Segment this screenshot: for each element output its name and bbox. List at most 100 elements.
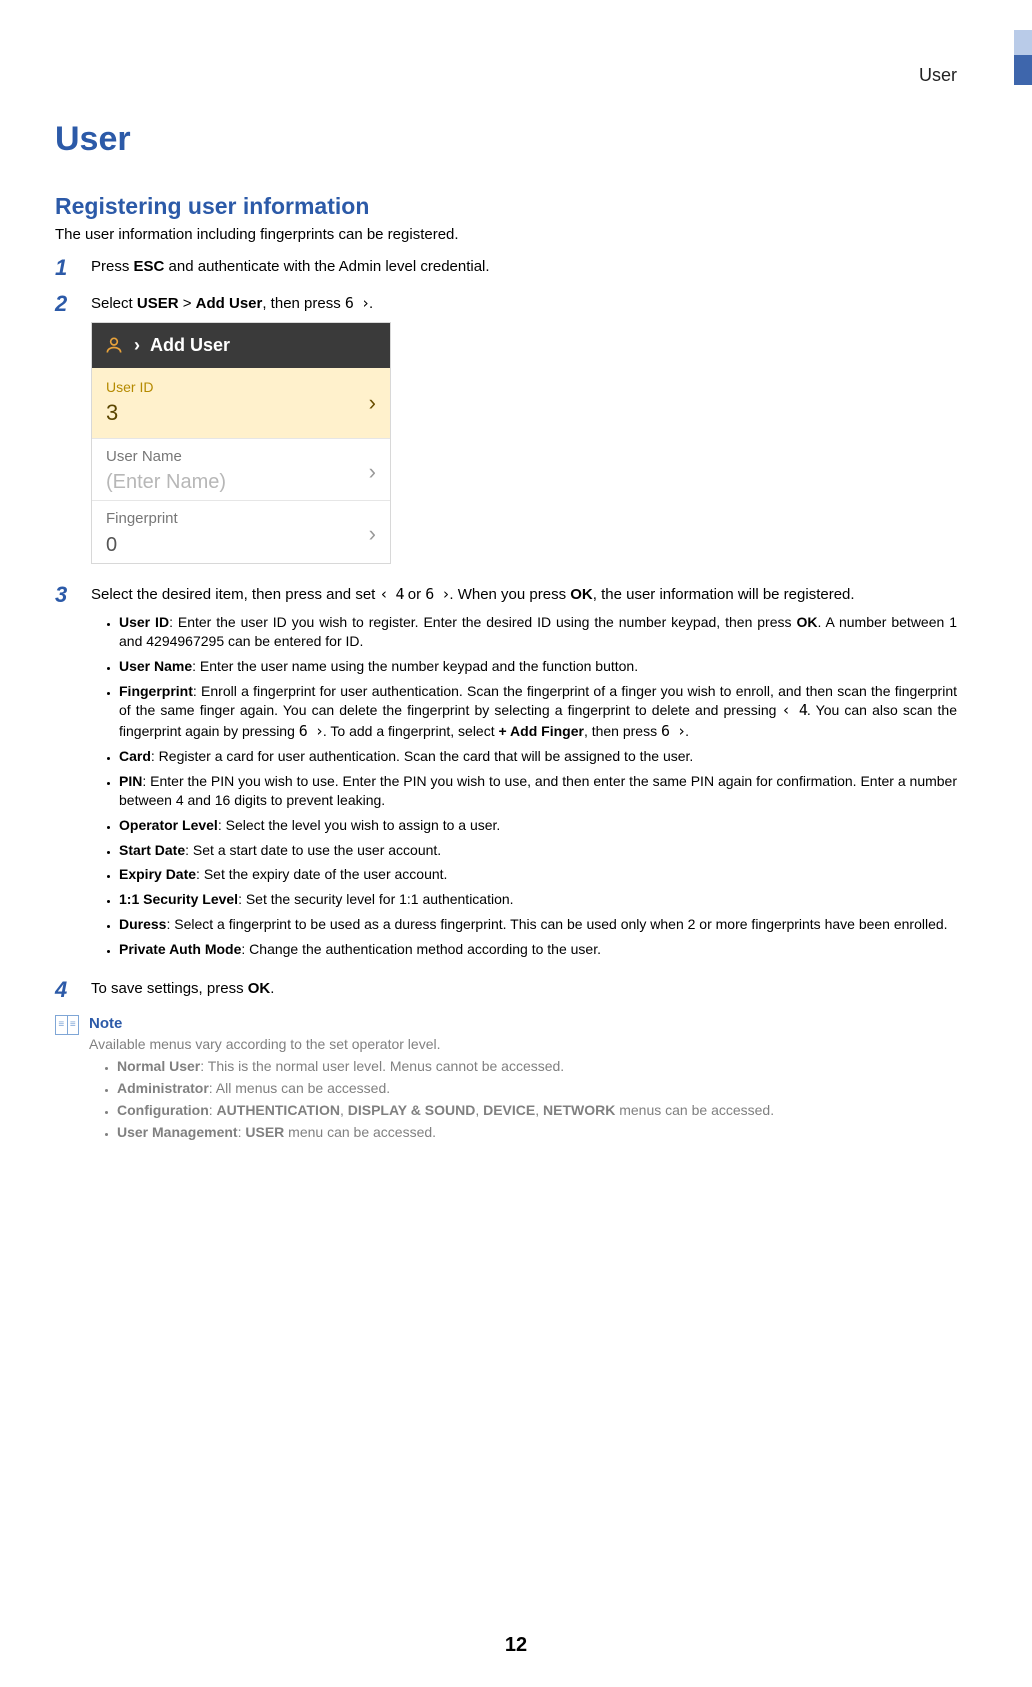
bullet-duress: Duress: Select a fingerprint to be used … <box>119 915 957 934</box>
ok-label: OK <box>248 980 271 997</box>
step-1: 1 Press ESC and authenticate with the Ad… <box>55 257 957 279</box>
note-intro: Available menus vary according to the se… <box>89 1036 957 1052</box>
key-4-left: ‹ 4 <box>782 701 807 719</box>
step-4-text-b: . <box>270 980 274 997</box>
page-title: User <box>55 120 957 159</box>
key-6-right: 6 › <box>425 585 449 603</box>
bullet-key: User ID <box>119 614 169 630</box>
step-3-line-b: or <box>404 586 426 603</box>
device-titlebar: › Add User <box>92 323 390 367</box>
note-item-configuration: Configuration: AUTHENTICATION, DISPLAY &… <box>117 1102 957 1118</box>
bullet-private-auth: Private Auth Mode: Change the authentica… <box>119 940 957 959</box>
note-key: User Management <box>117 1124 238 1140</box>
key-6-right: 6 › <box>345 294 369 312</box>
bullet-text: : Change the authentication method accor… <box>241 941 601 957</box>
bullet-text-d: , then press <box>584 723 661 739</box>
step-number: 3 <box>55 584 77 965</box>
chevron-right-icon: › <box>369 388 376 418</box>
bullet-text: : Enter the PIN you wish to use. Enter t… <box>119 773 957 808</box>
header-section-label: User <box>919 65 957 86</box>
device-user-id-label: User ID <box>106 378 153 397</box>
bullet-start-date: Start Date: Set a start date to use the … <box>119 841 957 860</box>
note-key: Normal User <box>117 1058 200 1074</box>
note-text: : This is the normal user level. Menus c… <box>200 1058 564 1074</box>
bullet-operator-level: Operator Level: Select the level you wis… <box>119 816 957 835</box>
ok-label: OK <box>570 586 593 603</box>
note-title: Note <box>89 1015 957 1032</box>
bullet-key: Expiry Date <box>119 866 196 882</box>
bullet-text-e: . <box>685 723 689 739</box>
bullet-text-c: . To add a fingerprint, select <box>323 723 499 739</box>
step-1-text-post: and authenticate with the Admin level cr… <box>164 258 489 275</box>
bullet-key: Fingerprint <box>119 683 193 699</box>
step-3-line-d: , the user information will be registere… <box>593 586 855 603</box>
bullet-text: : Register a card for user authenticatio… <box>151 748 693 764</box>
menu-display: DISPLAY & SOUND <box>348 1102 476 1118</box>
comma: , <box>340 1102 348 1118</box>
add-user-label: Add User <box>196 295 263 312</box>
add-finger-label: + Add Finger <box>499 723 584 739</box>
step-3-bullets: User ID: Enter the user ID you wish to r… <box>119 613 957 959</box>
step-3-line-a: Select the desired item, then press and … <box>91 586 380 603</box>
bullet-security-level: 1:1 Security Level: Set the security lev… <box>119 890 957 909</box>
bullet-key: Private Auth Mode <box>119 941 241 957</box>
bullet-key: Card <box>119 748 151 764</box>
note-key: Administrator <box>117 1080 209 1096</box>
note-key: Configuration <box>117 1102 209 1118</box>
section-heading: Registering user information <box>55 193 957 220</box>
step-4-text-a: To save settings, press <box>91 980 248 997</box>
step-number: 4 <box>55 979 77 1001</box>
menu-user: USER <box>245 1124 284 1140</box>
bullet-fingerprint: Fingerprint: Enroll a fingerprint for us… <box>119 682 957 741</box>
device-fingerprint-value: 0 <box>106 532 178 559</box>
bullet-card: Card: Register a card for user authentic… <box>119 747 957 766</box>
chevron-right-icon: › <box>369 519 376 549</box>
breadcrumb-title: Add User <box>150 333 230 357</box>
note-text-b: menus can be accessed. <box>615 1102 774 1118</box>
note-item-normal-user: Normal User: This is the normal user lev… <box>117 1058 957 1074</box>
comma: , <box>475 1102 483 1118</box>
ok-label: OK <box>796 614 817 630</box>
device-row-user-id[interactable]: User ID 3 › <box>92 368 390 439</box>
side-tab-indicator <box>1014 30 1032 85</box>
device-user-name-placeholder: (Enter Name) <box>106 469 226 496</box>
page-number: 12 <box>0 1634 1032 1657</box>
key-6-right: 6 › <box>661 722 685 740</box>
bullet-key: User Name <box>119 658 192 674</box>
step-number: 1 <box>55 257 77 279</box>
device-row-fingerprint[interactable]: Fingerprint 0 › <box>92 500 390 562</box>
bullet-user-id: User ID: Enter the user ID you wish to r… <box>119 613 957 651</box>
step-4: 4 To save settings, press OK. <box>55 979 957 1001</box>
bullet-key: Start Date <box>119 842 185 858</box>
note-item-user-management: User Management: USER menu can be access… <box>117 1124 957 1140</box>
bullet-text: : Set a start date to use the user accou… <box>185 842 441 858</box>
user-icon <box>104 335 124 355</box>
step-number: 2 <box>55 293 77 570</box>
note-text: : All menus can be accessed. <box>209 1080 390 1096</box>
device-user-name-label: User Name <box>106 447 226 467</box>
device-row-user-name[interactable]: User Name (Enter Name) › <box>92 438 390 500</box>
note-text-a: : <box>209 1102 217 1118</box>
bullet-text: : Select the level you wish to assign to… <box>218 817 501 833</box>
note-item-administrator: Administrator: All menus can be accessed… <box>117 1080 957 1096</box>
menu-network: NETWORK <box>543 1102 615 1118</box>
device-user-id-value: 3 <box>106 398 153 428</box>
menu-device: DEVICE <box>483 1102 535 1118</box>
bullet-key: PIN <box>119 773 142 789</box>
bullet-expiry-date: Expiry Date: Set the expiry date of the … <box>119 865 957 884</box>
note-icon: ≡≡ <box>55 1015 79 1035</box>
gt-sep: > <box>179 295 196 312</box>
bullet-key: Operator Level <box>119 817 218 833</box>
esc-key-label: ESC <box>134 258 165 275</box>
menu-auth: AUTHENTICATION <box>217 1102 340 1118</box>
step-2-text-b: , then press <box>262 295 345 312</box>
bullet-key: 1:1 Security Level <box>119 891 238 907</box>
bullet-text: : Set the expiry date of the user accoun… <box>196 866 447 882</box>
bullet-text: : Set the security level for 1:1 authent… <box>238 891 514 907</box>
bullet-user-name: User Name: Enter the user name using the… <box>119 657 957 676</box>
key-4-left: ‹ 4 <box>380 585 404 603</box>
bullet-text-a: : Enter the user ID you wish to register… <box>169 614 796 630</box>
chevron-right-icon: › <box>369 457 376 487</box>
note-block: ≡≡ Note Available menus vary according t… <box>55 1015 957 1146</box>
device-screenshot: › Add User User ID 3 › User Name (Enter … <box>91 322 391 563</box>
